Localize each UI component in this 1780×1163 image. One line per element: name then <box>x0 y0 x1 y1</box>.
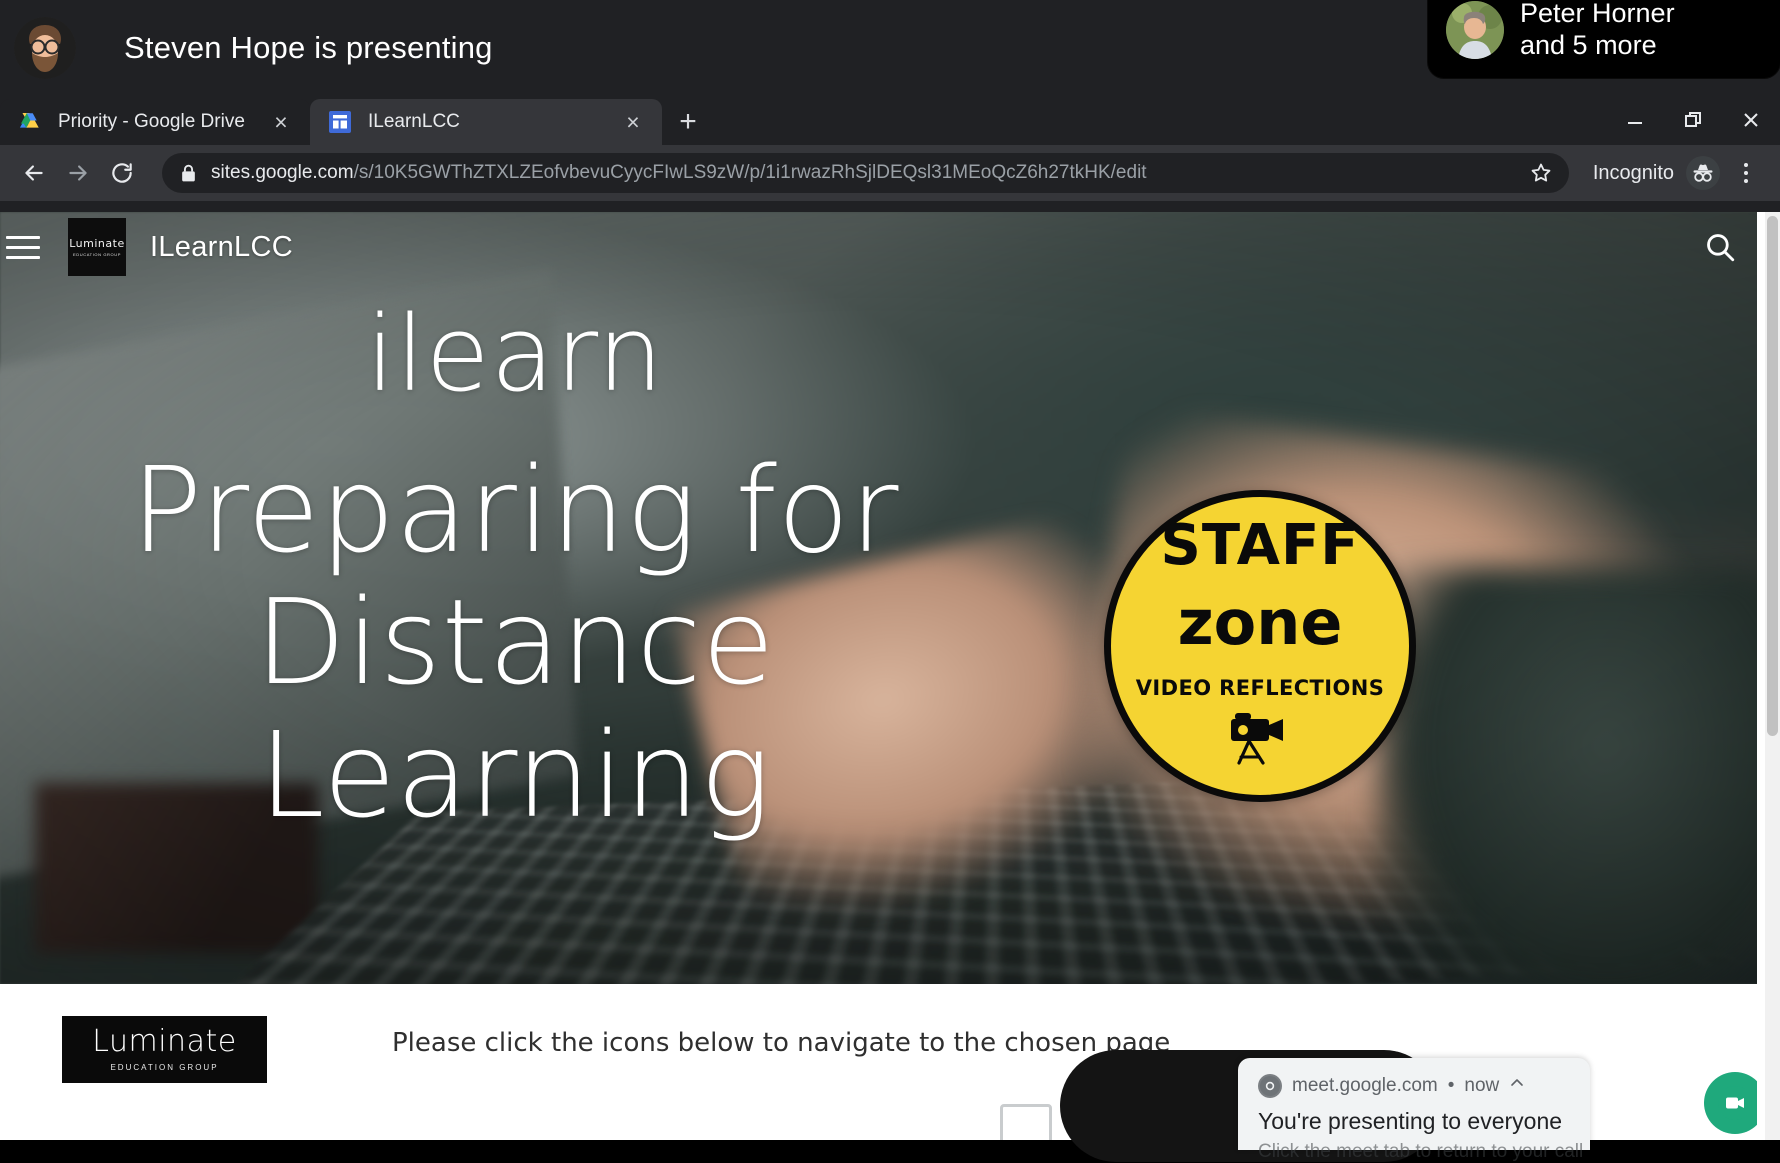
presenter-avatar <box>14 17 76 79</box>
hero-text-block: ilearn Preparing for Distance Learning <box>0 298 1030 841</box>
url-path: /s/10K5GWThZTXLZEofvbevuCyycFIwLS9zW/p/1… <box>354 162 1147 183</box>
participant-names: Peter Horner and 5 more <box>1520 0 1675 62</box>
notification-header: meet.google.com • now <box>1258 1074 1570 1098</box>
site-title: ILearnLCC <box>150 231 293 264</box>
badge-line-video-reflections: VIDEO REFLECTIONS <box>1136 678 1385 699</box>
back-arrow-icon[interactable] <box>12 151 56 195</box>
badge-line-zone: zone <box>1178 592 1343 654</box>
incognito-label: Incognito <box>1593 162 1674 185</box>
new-tab-button[interactable]: + <box>662 99 714 145</box>
tab-priority-google-drive[interactable]: Priority - Google Drive × <box>0 99 310 145</box>
url-text: sites.google.com/s/10K5GWThZTXLZEofvbevu… <box>211 162 1519 184</box>
staff-zone-badge[interactable]: STAFF zone VIDEO REFLECTIONS <box>1104 490 1416 802</box>
luminate-logo-card[interactable]: Luminate EDUCATION GROUP <box>62 1016 267 1083</box>
notification-subtitle: Click the meet tab to return to your cal… <box>1258 1141 1570 1163</box>
site-hero-banner: Luminate EDUCATION GROUP ILearnLCC ilear… <box>0 212 1765 984</box>
google-sites-icon <box>328 110 352 134</box>
participants-pill[interactable]: Peter Horner and 5 more <box>1428 0 1780 78</box>
three-dot-menu-icon[interactable] <box>1724 151 1768 195</box>
chevron-up-icon[interactable] <box>1509 1075 1525 1097</box>
navigation-instruction-text: Please click the icons below to navigate… <box>392 1028 1170 1058</box>
notification-source: meet.google.com <box>1292 1075 1438 1097</box>
site-header: Luminate EDUCATION GROUP ILearnLCC <box>0 212 1765 282</box>
restore-button[interactable] <box>1664 95 1722 145</box>
url-host: sites.google.com <box>211 162 354 183</box>
participant-name-more: and 5 more <box>1520 30 1675 62</box>
reload-icon[interactable] <box>100 151 144 195</box>
google-drive-icon <box>18 110 42 134</box>
tab-ilearnlcc[interactable]: ILearnLCC × <box>310 99 662 145</box>
meet-presenter-bar: Steven Hope is presenting Peter Horner a… <box>0 0 1780 95</box>
luminate-logo-text: Luminate <box>92 1027 236 1057</box>
participant-name-primary: Peter Horner <box>1520 0 1675 30</box>
video-camera-icon <box>1221 709 1299 770</box>
viewport-right-edge <box>1757 212 1765 1140</box>
notification-title: You're presenting to everyone <box>1258 1108 1570 1135</box>
chrome-icon <box>1258 1074 1282 1098</box>
hero-heading-secondary: Preparing for Distance Learning <box>0 444 1030 840</box>
tab-close-icon[interactable]: × <box>268 111 294 134</box>
notification-time: now <box>1464 1075 1499 1097</box>
badge-line-staff: STAFF <box>1160 518 1359 574</box>
presenting-status-text: Steven Hope is presenting <box>124 30 493 66</box>
close-button[interactable] <box>1722 95 1780 145</box>
page-viewport: Luminate EDUCATION GROUP ILearnLCC ilear… <box>0 212 1780 1140</box>
tab-title: Priority - Google Drive <box>58 111 256 133</box>
notification-separator: • <box>1448 1075 1455 1097</box>
page-scrollbar[interactable] <box>1765 212 1780 1140</box>
page-scrollbar-thumb[interactable] <box>1767 216 1778 736</box>
chrome-notification-toast[interactable]: meet.google.com • now You're presenting … <box>1238 1058 1590 1150</box>
address-bar[interactable]: sites.google.com/s/10K5GWThZTXLZEofvbevu… <box>162 153 1569 193</box>
tab-title: ILearnLCC <box>368 111 608 133</box>
luminate-logo-subtext: EDUCATION GROUP <box>110 1063 218 1072</box>
site-logo[interactable]: Luminate EDUCATION GROUP <box>68 218 126 276</box>
minimize-button[interactable] <box>1606 95 1664 145</box>
site-logo-subtext: EDUCATION GROUP <box>73 252 121 257</box>
incognito-indicator[interactable]: Incognito <box>1593 156 1720 190</box>
window-controls <box>1606 95 1780 145</box>
site-logo-text: Luminate <box>69 237 124 250</box>
tab-strip: Priority - Google Drive × ILearnLCC × + <box>0 95 1780 145</box>
tab-close-icon[interactable]: × <box>620 111 646 134</box>
participant-avatar <box>1446 1 1504 59</box>
incognito-avatar-icon[interactable] <box>1686 156 1720 190</box>
star-icon[interactable] <box>1529 161 1553 185</box>
nav-icon-1[interactable] <box>1000 1104 1052 1140</box>
browser-toolbar: sites.google.com/s/10K5GWThZTXLZEofvbevu… <box>0 145 1780 201</box>
search-icon[interactable] <box>1703 230 1737 264</box>
lock-icon <box>180 164 197 183</box>
hamburger-menu-icon[interactable] <box>0 224 46 270</box>
hero-heading-primary: ilearn <box>0 298 1030 410</box>
forward-arrow-icon[interactable] <box>56 151 100 195</box>
